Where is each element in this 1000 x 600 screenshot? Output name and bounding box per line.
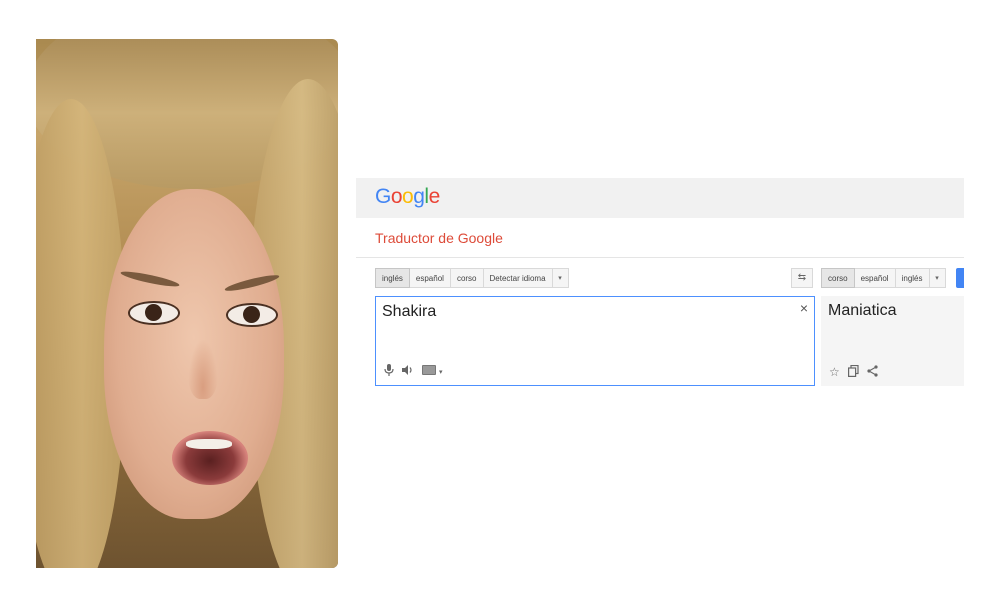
- person-photo: [36, 39, 338, 568]
- source-lang-detect[interactable]: Detectar idioma: [483, 268, 553, 288]
- target-lang-corso[interactable]: corso: [821, 268, 855, 288]
- swap-languages-button[interactable]: ⇆: [791, 268, 813, 288]
- star-icon[interactable]: ☆: [829, 365, 840, 380]
- logo-letter: o: [402, 185, 414, 208]
- source-lang-ingles[interactable]: inglés: [375, 268, 410, 288]
- translation-toolbar: ☆: [829, 364, 878, 380]
- logo-letter: o: [390, 185, 403, 208]
- chevron-down-icon: ▾: [935, 275, 939, 282]
- source-lang-dropdown[interactable]: ▾: [552, 268, 569, 288]
- google-logo[interactable]: Google: [375, 185, 440, 209]
- source-toolbar: ▾: [384, 364, 443, 379]
- logo-letter: g: [413, 185, 425, 208]
- app-title[interactable]: Traductor de Google: [375, 230, 503, 246]
- keyboard-icon[interactable]: [422, 365, 436, 378]
- target-lang-ingles[interactable]: inglés: [895, 268, 930, 288]
- source-lang-corso[interactable]: corso: [450, 268, 484, 288]
- target-language-bar: corso español inglés ▾: [821, 268, 946, 288]
- share-icon[interactable]: [867, 365, 878, 380]
- chevron-down-icon: ▾: [558, 275, 562, 282]
- source-text[interactable]: Shakira: [382, 303, 436, 321]
- logo-letter: e: [428, 185, 441, 208]
- target-lang-dropdown[interactable]: ▾: [929, 268, 946, 288]
- source-textarea[interactable]: Shakira × ▾: [375, 296, 815, 386]
- copy-icon[interactable]: [847, 364, 859, 380]
- translation-output: Maniatica ☆: [821, 296, 964, 386]
- chevron-down-icon[interactable]: ▾: [439, 368, 443, 376]
- translation-text: Maniatica: [828, 302, 897, 319]
- swap-icon: ⇆: [797, 272, 807, 283]
- translate-button[interactable]: [956, 268, 964, 288]
- source-language-bar: inglés español corso Detectar idioma ▾: [375, 268, 569, 288]
- speaker-icon[interactable]: [402, 365, 414, 378]
- microphone-icon[interactable]: [384, 364, 394, 379]
- source-lang-espanol[interactable]: español: [409, 268, 451, 288]
- nose-shape: [188, 339, 218, 399]
- translate-screenshot: Google Traductor de Google inglés españo…: [356, 178, 964, 390]
- eye-shape: [128, 301, 180, 325]
- eye-shape: [226, 303, 278, 327]
- divider: [356, 257, 964, 258]
- teeth-shape: [186, 439, 232, 449]
- logo-letter: G: [375, 185, 391, 208]
- clear-icon[interactable]: ×: [800, 300, 808, 316]
- target-lang-espanol[interactable]: español: [854, 268, 896, 288]
- header-bar: Google: [356, 178, 964, 218]
